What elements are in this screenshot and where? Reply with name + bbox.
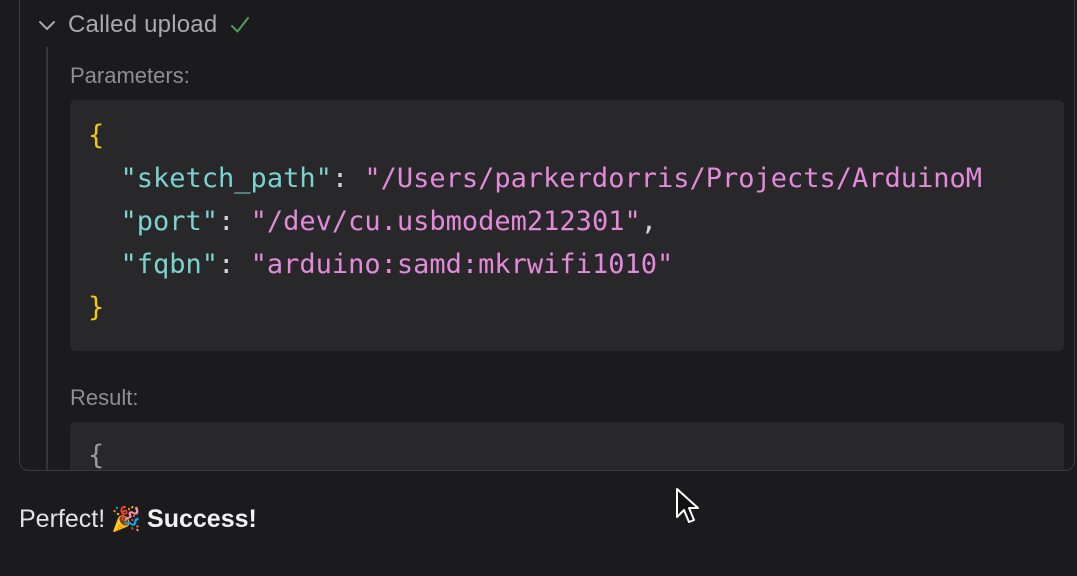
mouse-pointer-icon xyxy=(676,488,699,523)
close-brace: } xyxy=(88,292,105,323)
assistant-message: Perfect! 🎉 Success! xyxy=(19,505,257,534)
param-key-fqbn: "fqbn" xyxy=(120,249,219,280)
message-strong-text: Success! xyxy=(147,505,257,533)
param-value-port: "/dev/cu.usbmodem212301" xyxy=(250,206,641,237)
tool-call-details: Parameters: { "sketch_path": "/Users/par… xyxy=(46,47,1074,470)
open-brace: { xyxy=(88,120,105,151)
tool-call-title: Called upload xyxy=(68,11,218,38)
chat-page: Called upload Parameters: { "sketch_path… xyxy=(0,0,1077,576)
message-text: Perfect! xyxy=(19,505,106,533)
param-value-sketch-path: "/Users/parkerdorris/Projects/ArduinoM xyxy=(364,163,983,194)
parameters-label: Parameters: xyxy=(70,63,190,88)
chevron-down-icon[interactable] xyxy=(36,14,58,36)
party-popper-icon: 🎉 xyxy=(111,506,142,533)
parameters-json: { "sketch_path": "/Users/parkerdorris/Pr… xyxy=(88,120,983,323)
check-icon xyxy=(231,17,250,33)
result-label: Result: xyxy=(70,385,139,410)
param-key-sketch-path: "sketch_path" xyxy=(120,163,332,194)
tool-call-header[interactable]: Called upload xyxy=(36,3,251,47)
param-value-fqbn: "arduino:samd:mkrwifi1010" xyxy=(250,249,674,280)
tool-call-card: Called upload Parameters: { "sketch_path… xyxy=(19,0,1075,471)
param-key-port: "port" xyxy=(120,206,219,237)
result-code-block: { xyxy=(70,422,1064,471)
parameters-code-block: { "sketch_path": "/Users/parkerdorris/Pr… xyxy=(70,100,1064,351)
result-preview: { xyxy=(88,440,105,471)
